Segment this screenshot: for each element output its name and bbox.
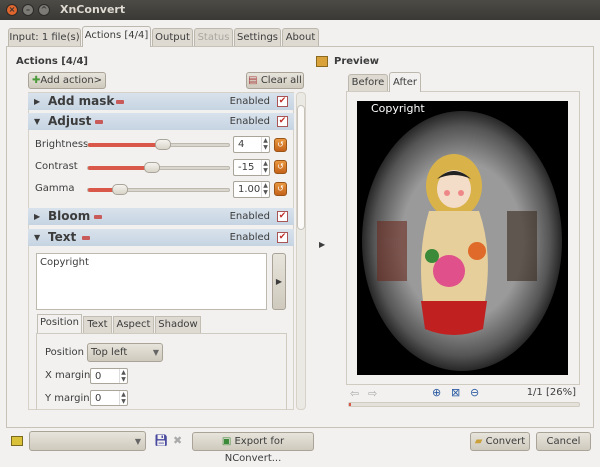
page-info: 1/1 [26%]	[526, 387, 576, 398]
next-icon[interactable]: ⇨	[368, 387, 377, 400]
action-header-add-mask[interactable]: ▶ Add mask Enabled ✔	[28, 93, 294, 110]
y-margin-spinbox[interactable]: 0 ▲ ▼	[90, 390, 128, 406]
tab-after[interactable]: After	[389, 72, 421, 92]
enabled-checkbox[interactable]: ✔	[277, 211, 288, 222]
tab-status: Status	[194, 28, 233, 46]
tab-settings[interactable]: Settings	[234, 28, 281, 46]
contrast-slider[interactable]	[87, 162, 230, 173]
collapse-icon[interactable]: ▼	[34, 229, 40, 246]
chevron-down-icon: ▼	[134, 437, 141, 446]
reset-icon[interactable]: ↺	[274, 138, 287, 152]
save-icon[interactable]: 💾︎	[154, 434, 168, 447]
title-bar: × – ^ XnConvert	[0, 0, 600, 20]
preview-icon	[316, 56, 328, 67]
subtab-text[interactable]: Text	[83, 316, 112, 333]
tab-actions[interactable]: Actions [4/4]	[82, 26, 151, 47]
reset-icon[interactable]: ↺	[274, 160, 287, 174]
zoom-out-icon[interactable]: ⊖	[470, 386, 479, 399]
previous-icon[interactable]: ⇦	[350, 387, 359, 400]
position-label: Position	[45, 347, 84, 358]
brightness-label: Brightness	[35, 139, 89, 150]
open-folder-icon[interactable]	[11, 436, 23, 446]
tab-input[interactable]: Input: 1 file(s)	[8, 28, 81, 46]
close-icon[interactable]: ×	[6, 4, 18, 16]
text-content-input[interactable]: Copyright	[36, 253, 267, 310]
gamma-spinbox[interactable]: 1.00 ▲ ▼	[233, 181, 270, 198]
clear-icon: ▤	[248, 75, 258, 86]
convert-icon: ▰	[474, 436, 483, 447]
gamma-slider[interactable]	[87, 184, 230, 195]
position-dropdown[interactable]: Top left ▼	[87, 343, 163, 362]
tab-about[interactable]: About	[282, 28, 319, 46]
remove-icon[interactable]	[95, 120, 103, 124]
preview-image: Copyright	[357, 101, 568, 375]
export-nconvert-button[interactable]: ▣ Export for NConvert...	[192, 432, 314, 464]
gamma-label: Gamma	[35, 183, 75, 194]
action-header-adjust[interactable]: ▼ Adjust Enabled ✔	[28, 113, 294, 130]
contrast-label: Contrast	[35, 161, 78, 172]
expand-icon[interactable]: ▶	[34, 208, 40, 225]
y-margin-label: Y margin	[45, 393, 90, 404]
convert-button[interactable]: ▰ Convert	[470, 432, 530, 451]
delete-icon[interactable]: ✖	[173, 434, 182, 447]
zoom-in-icon[interactable]: ⊕	[432, 386, 441, 399]
fit-icon[interactable]: ⊠	[451, 386, 460, 399]
actions-scrollbar[interactable]	[296, 92, 306, 410]
remove-icon[interactable]	[94, 215, 102, 219]
tab-output[interactable]: Output	[152, 28, 193, 46]
window-title: XnConvert	[60, 3, 126, 16]
collapse-icon[interactable]: ▼	[34, 113, 40, 130]
text-menu-button[interactable]: ▶	[272, 253, 286, 310]
add-action-button[interactable]: ✚Add action>	[28, 72, 106, 89]
remove-icon[interactable]	[116, 100, 124, 104]
matryoshka-image	[362, 111, 562, 371]
action-header-bloom[interactable]: ▶ Bloom Enabled ✔	[28, 208, 294, 225]
preview-title: Preview	[334, 56, 380, 67]
cancel-button[interactable]: Cancel	[536, 432, 591, 451]
subtab-position[interactable]: Position	[37, 314, 82, 333]
subtab-aspect[interactable]: Aspect	[113, 316, 154, 333]
toggle-preview-arrow-icon[interactable]: ▶	[319, 240, 325, 249]
enabled-checkbox[interactable]: ✔	[277, 116, 288, 127]
clear-all-button[interactable]: ▤ Clear all	[246, 72, 304, 89]
brightness-slider[interactable]	[87, 139, 230, 150]
preview-overlay-text: Copyright	[371, 102, 425, 115]
progress-bar	[348, 402, 580, 407]
remove-icon[interactable]	[82, 236, 90, 240]
enabled-checkbox[interactable]: ✔	[277, 232, 288, 243]
export-icon: ▣	[221, 436, 232, 447]
minimize-icon[interactable]: –	[22, 4, 34, 16]
actions-title: Actions [4/4]	[16, 56, 89, 67]
scrollbar-thumb[interactable]	[297, 105, 305, 230]
preset-dropdown[interactable]: ▼	[29, 431, 146, 451]
chevron-down-icon: ▼	[152, 348, 159, 357]
x-margin-label: X margin	[45, 370, 91, 381]
brightness-spinbox[interactable]: 4 ▲ ▼	[233, 136, 270, 153]
subtab-shadow[interactable]: Shadow	[155, 316, 201, 333]
expand-icon[interactable]: ▶	[34, 93, 40, 110]
tab-before[interactable]: Before	[348, 74, 388, 91]
reset-icon[interactable]: ↺	[274, 182, 287, 196]
action-header-text[interactable]: ▼ Text Enabled ✔	[28, 229, 294, 246]
contrast-spinbox[interactable]: -15 ▲ ▼	[233, 159, 270, 176]
enabled-checkbox[interactable]: ✔	[277, 96, 288, 107]
maximize-icon[interactable]: ^	[38, 4, 50, 16]
x-margin-spinbox[interactable]: 0 ▲ ▼	[90, 368, 128, 384]
